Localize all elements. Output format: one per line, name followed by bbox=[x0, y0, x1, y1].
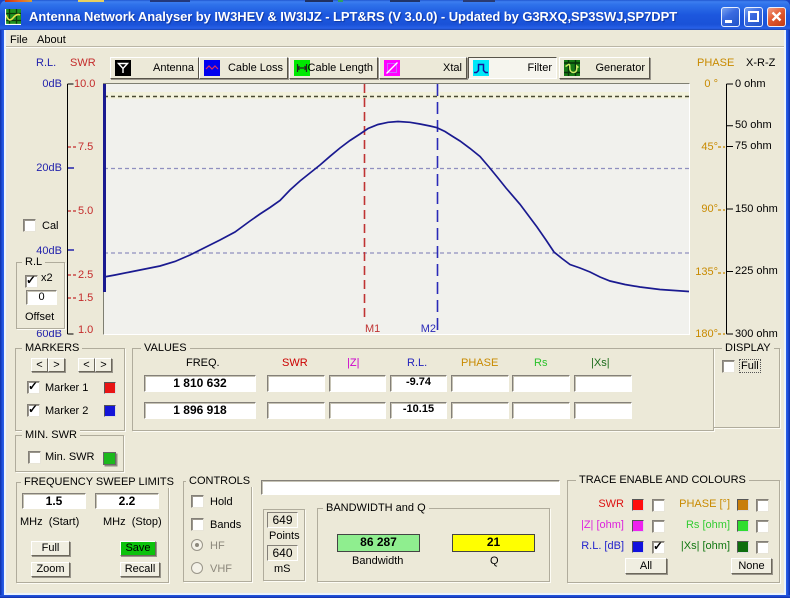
svg-text:M2: M2 bbox=[421, 323, 436, 335]
svg-text:M1: M1 bbox=[365, 323, 380, 335]
